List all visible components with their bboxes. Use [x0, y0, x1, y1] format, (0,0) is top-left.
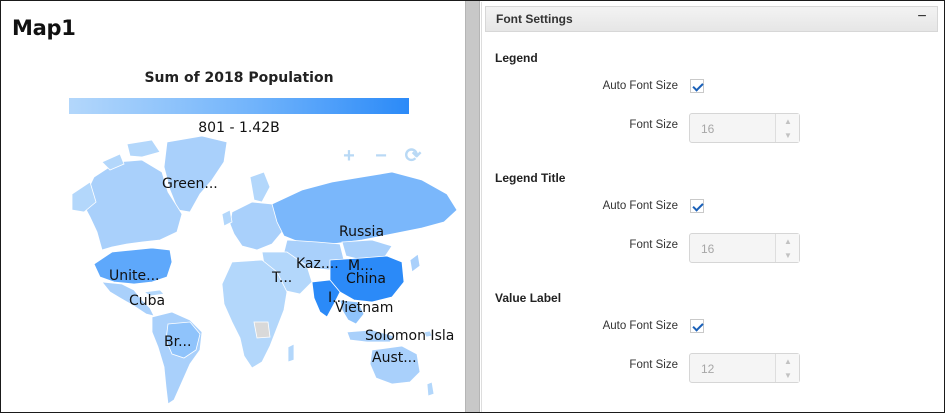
map-label-vietnam: Vietnam [335, 300, 394, 316]
map-label-united-states: Unite... [109, 268, 160, 284]
region-no-data [253, 321, 271, 339]
legend-font-size-label: Font Size [629, 119, 678, 131]
map-label-russia: Russia [339, 224, 385, 240]
font-settings-title: Font Settings [496, 12, 573, 26]
font-settings-header[interactable]: Font Settings − [485, 6, 938, 32]
value-label-font-size-label: Font Size [629, 359, 678, 371]
legend-title-auto-font-size-label: Auto Font Size [602, 200, 678, 212]
legend-auto-font-size-label: Auto Font Size [602, 80, 678, 92]
map-panel: Map1 Sum of 2018 Population 801 - 1.42B … [2, 2, 465, 412]
map-label-kazakhstan: Kaz.... [296, 256, 339, 272]
value-label-auto-font-size-label: Auto Font Size [602, 320, 678, 332]
map-label-greenland: Green... [162, 176, 218, 192]
region-scandinavia [249, 171, 271, 203]
map-label-turkey: T... [272, 270, 293, 286]
legend-title-auto-font-size-checkbox[interactable] [690, 199, 704, 213]
stepper-arrows: ▲ ▼ [775, 114, 799, 142]
map-label-cuba: Cuba [129, 293, 166, 309]
legend-title-font-size-value: 16 [701, 242, 715, 256]
region-madagascar [287, 343, 295, 363]
collapse-icon[interactable]: − [915, 8, 929, 26]
map-title: Map1 [12, 16, 76, 40]
app-frame: Map1 Sum of 2018 Population 801 - 1.42B … [0, 0, 945, 413]
value-label-font-size-stepper[interactable]: 12 ▲ ▼ [689, 353, 800, 383]
legend-title: Sum of 2018 Population [144, 70, 334, 86]
map-label-australia: Aust... [372, 350, 417, 366]
legend-font-size-stepper[interactable]: 16 ▲ ▼ [689, 113, 800, 143]
settings-panel: Font Settings − Legend Auto Font Size Fo… [481, 2, 938, 412]
stepper-up-icon[interactable]: ▲ [776, 234, 800, 248]
stepper-down-icon[interactable]: ▼ [776, 128, 800, 142]
map-label-brazil: Br... [164, 334, 192, 350]
stepper-arrows: ▲ ▼ [775, 354, 799, 382]
stepper-down-icon[interactable]: ▼ [776, 248, 800, 262]
value-label-auto-font-size-checkbox[interactable] [690, 319, 704, 333]
section-legend: Legend [495, 51, 538, 65]
panel-splitter[interactable] [465, 1, 480, 412]
section-legend-title: Legend Title [495, 171, 566, 185]
stepper-arrows: ▲ ▼ [775, 234, 799, 262]
legend-title-font-size-label: Font Size [629, 239, 678, 251]
legend-auto-font-size-checkbox[interactable] [690, 79, 704, 93]
legend-font-size-value: 16 [701, 122, 715, 136]
map-label-china: China [346, 271, 386, 287]
section-value-label: Value Label [495, 291, 562, 305]
region-new-zealand [426, 381, 435, 397]
legend-title-font-size-stepper[interactable]: 16 ▲ ▼ [689, 233, 800, 263]
stepper-down-icon[interactable]: ▼ [776, 368, 800, 382]
stepper-up-icon[interactable]: ▲ [776, 114, 800, 128]
map-label-solomon-islands: Solomon Isla [365, 328, 455, 344]
legend-gradient-bar [69, 98, 409, 114]
region-japan [409, 253, 421, 273]
stepper-up-icon[interactable]: ▲ [776, 354, 800, 368]
value-label-font-size-value: 12 [701, 362, 715, 376]
